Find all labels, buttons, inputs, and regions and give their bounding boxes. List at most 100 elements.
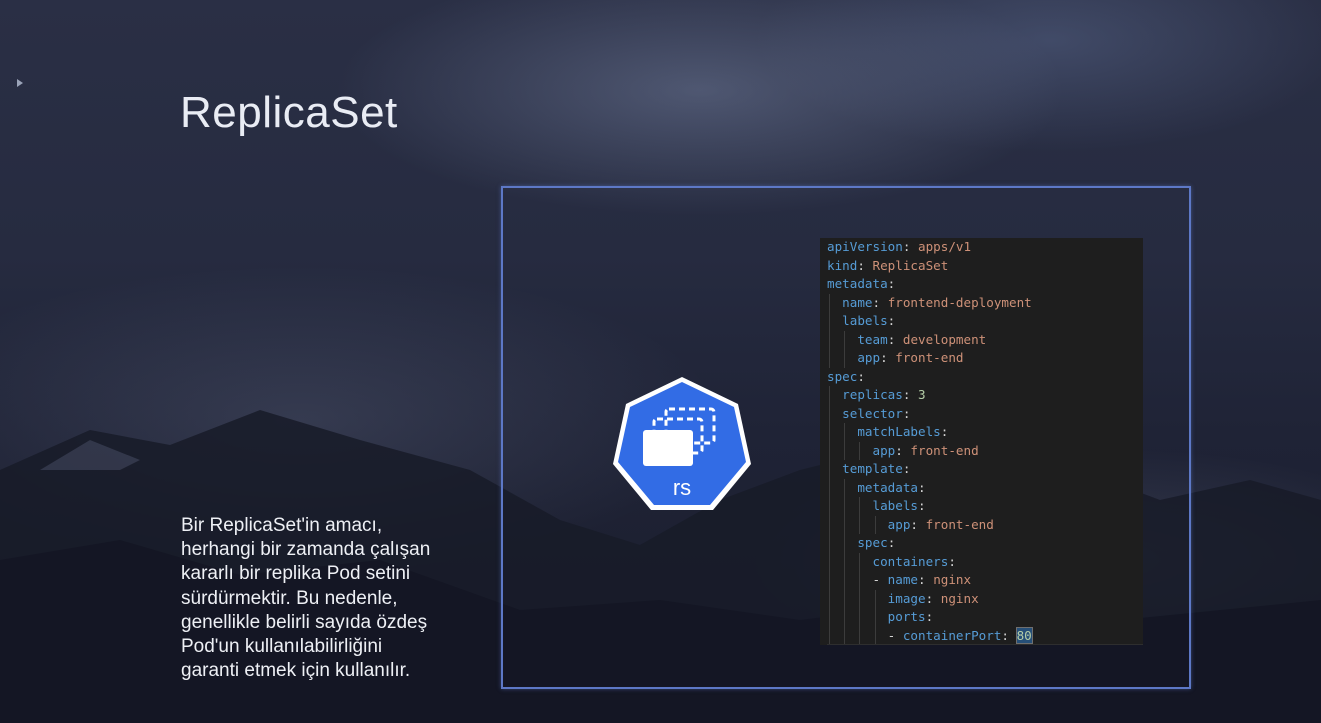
yaml-key: apiVersion [827, 239, 903, 254]
description-line: herhangi bir zamanda çalışan [181, 539, 431, 561]
indent-guide [859, 552, 861, 571]
yaml-key: team [857, 331, 888, 347]
description-line: garanti etmek için kullanılır. [181, 660, 411, 682]
code-line: ports: [827, 608, 1143, 627]
yaml-value: apps/v1 [918, 239, 972, 254]
code-line: selector: [827, 404, 1143, 423]
description-line: sürdürmektir. Bu nedenle, [181, 587, 398, 609]
code-line: app: front-end [827, 349, 1143, 368]
yaml-key: ports [887, 609, 926, 624]
indent-guide [829, 534, 830, 553]
yaml-key: spec [827, 368, 858, 384]
pointer-icon [17, 79, 23, 87]
code-line: replicas: 3 [827, 386, 1143, 405]
indent-guide [859, 589, 861, 608]
yaml-value: 80 [1015, 626, 1033, 644]
replicaset-logo: rs [612, 375, 752, 511]
indent-guide [829, 312, 830, 331]
indent-guide [874, 608, 876, 627]
indent-guide [874, 515, 876, 534]
yaml-key: metadata [827, 276, 888, 291]
indent-guide [829, 404, 830, 423]
code-line: name: frontend-deployment [827, 293, 1143, 312]
yaml-key: name [887, 572, 919, 587]
yaml-value: nginx [940, 590, 979, 606]
yaml-key: matchLabels [857, 424, 941, 439]
yaml-key: app [887, 516, 911, 532]
indent-guide [844, 349, 846, 368]
indent-guide [874, 626, 876, 645]
indent-guide [844, 571, 846, 590]
indent-guide [844, 626, 846, 645]
indent-guide [829, 349, 830, 368]
code-line: metadata: [827, 478, 1143, 497]
code-line: spec: [827, 534, 1143, 553]
indent-guide [844, 330, 846, 349]
code-line: labels: [827, 497, 1143, 516]
yaml-key: kind [827, 257, 858, 273]
description-line: Bir ReplicaSet'in amacı, [181, 515, 383, 536]
yaml-key: template [842, 461, 903, 476]
yaml-key: name [842, 294, 873, 310]
yaml-value: front-end [925, 516, 994, 532]
code-line: apiVersion: apps/v1 [827, 239, 972, 254]
description-line: Pod'un kullanılabilirliğini [181, 636, 383, 658]
code-line: app: front-end [827, 441, 1143, 460]
yaml-key: app [872, 442, 896, 458]
indent-guide [859, 571, 861, 590]
indent-guide [859, 441, 861, 460]
code-line: matchLabels: [827, 423, 1143, 442]
description-line: kararlı bir replika Pod setini [181, 563, 411, 585]
yaml-key: app [857, 350, 881, 365]
yaml-key: spec [857, 535, 888, 550]
kubernetes-replicaset-icon: rs [613, 377, 751, 510]
code-line: - containerPort: 80 [827, 626, 1143, 645]
indent-guide [844, 441, 846, 460]
code-line: app: front-end [827, 515, 1143, 534]
code-line: metadata: [827, 276, 896, 291]
indent-guide [829, 589, 830, 608]
yaml-value: 3 [918, 387, 926, 402]
code-line: - name: nginx [827, 571, 1143, 590]
indent-guide [829, 478, 830, 497]
indent-guide [844, 478, 846, 497]
current-line-highlight [827, 644, 1143, 645]
code-line: kind: ReplicaSet [827, 257, 949, 273]
yaml-key: containerPort [902, 627, 1002, 643]
indent-guide [859, 497, 861, 516]
yaml-key: labels [842, 313, 888, 328]
indent-guide [829, 626, 830, 645]
indent-guide [874, 589, 876, 608]
indent-guide [829, 571, 830, 590]
yaml-value: frontend-deployment [887, 294, 1032, 310]
logo-label: rs [673, 475, 691, 500]
yaml-value: ReplicaSet [872, 257, 949, 273]
code-line: template: [827, 460, 1143, 479]
indent-guide [844, 608, 846, 627]
indent-guide [844, 423, 846, 442]
code-line: team: development [827, 330, 1143, 349]
indent-guide [844, 515, 846, 534]
yaml-value: development [902, 331, 987, 347]
slide-title: ReplicaSet [180, 88, 398, 137]
indent-guide [829, 552, 830, 571]
indent-guide [829, 460, 830, 479]
yaml-code-editor[interactable]: apiVersion: apps/v1 kind: ReplicaSet metad… [820, 238, 1143, 645]
indent-guide [844, 552, 846, 571]
yaml-key: image [887, 590, 926, 606]
indent-guide [829, 441, 830, 460]
indent-guide [829, 497, 830, 516]
indent-guide [829, 515, 830, 534]
slide-description: Bir ReplicaSet'in amacı, herhangi bir za… [181, 514, 481, 683]
yaml-value: front-end [895, 350, 964, 365]
indent-guide [844, 534, 846, 553]
yaml-key: selector [842, 405, 903, 421]
yaml-key: labels [872, 498, 919, 513]
yaml-value: front-end [910, 442, 979, 458]
indent-guide [844, 497, 846, 516]
indent-guide [829, 608, 830, 627]
yaml-key: replicas [842, 387, 903, 402]
yaml-key: containers [872, 553, 949, 569]
code-line: labels: [827, 312, 1143, 331]
description-line: genellikle belirli sayıda özdeş [181, 611, 428, 633]
